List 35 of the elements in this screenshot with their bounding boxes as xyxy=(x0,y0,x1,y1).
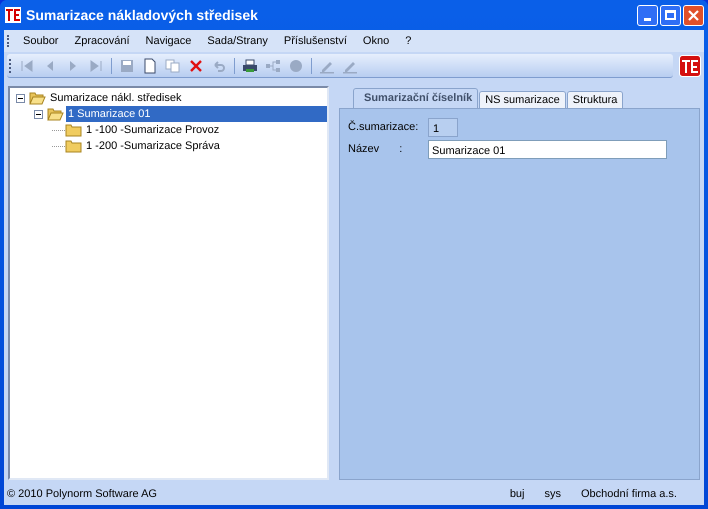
tree-item[interactable]: Sumarizace nákl. středisek xyxy=(48,90,184,106)
status-text: sys xyxy=(544,487,561,502)
minimize-button[interactable] xyxy=(637,4,658,26)
status-text: © 2010 Polynorm Software AG xyxy=(7,487,158,502)
tree-item[interactable]: 1 Sumarizace 01 xyxy=(66,106,327,122)
field-label: Č.sumarizace: xyxy=(348,119,418,135)
menu-item[interactable]: Okno xyxy=(354,30,398,52)
brand-logo-icon xyxy=(679,55,701,77)
folder-icon xyxy=(65,140,82,152)
expander-icon[interactable] xyxy=(34,110,43,118)
expander-icon[interactable] xyxy=(16,94,25,102)
menu-item[interactable]: Soubor xyxy=(15,30,66,52)
menu-item[interactable]: Příslušenství xyxy=(276,30,355,52)
app-logo-icon xyxy=(4,6,22,24)
menu-item[interactable]: Navigace xyxy=(138,30,200,52)
number-field: 1 xyxy=(428,118,458,136)
menu-item[interactable]: ? xyxy=(397,30,420,52)
tab[interactable]: NS sumarizace xyxy=(479,91,566,108)
status-text: Obchodní firma a.s. xyxy=(581,487,677,502)
menu-item[interactable]: Sada/Strany xyxy=(199,30,276,52)
open-folder-icon xyxy=(29,92,46,104)
menu-item[interactable]: Zpracování xyxy=(66,30,138,52)
field-label: Název xyxy=(348,142,380,157)
status-text: buj xyxy=(510,487,524,502)
tab[interactable]: Struktura xyxy=(566,91,624,108)
open-folder-icon xyxy=(46,108,64,120)
maximize-button[interactable] xyxy=(660,4,681,26)
tree-item[interactable]: 1 -100 -Sumarizace Provoz xyxy=(84,122,222,138)
tab[interactable]: Sumarizační číselník xyxy=(353,88,478,108)
window-title: Sumarizace nákladových středisek xyxy=(26,6,259,25)
close-button[interactable] xyxy=(683,4,704,26)
colon-label: : xyxy=(399,142,402,157)
tree-item[interactable]: 1 -200 -Sumarizace Správa xyxy=(84,138,222,154)
name-field[interactable]: Sumarizace 01 xyxy=(428,140,667,158)
close-icon xyxy=(688,10,699,20)
